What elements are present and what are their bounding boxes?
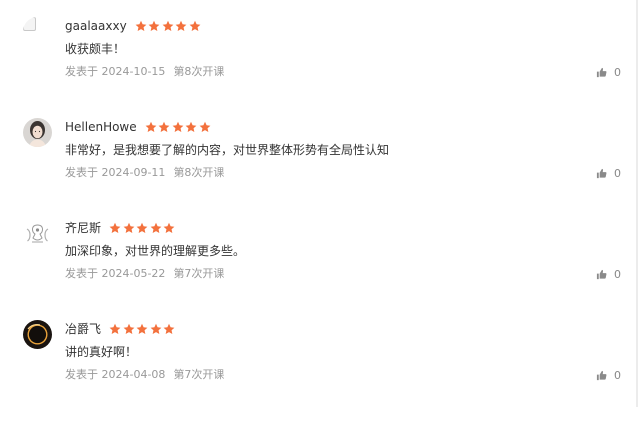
thumbs-up-icon bbox=[596, 168, 607, 178]
star-icon bbox=[163, 323, 175, 335]
review-date: 发表于 2024-05-22 bbox=[65, 267, 166, 280]
avatar[interactable] bbox=[23, 17, 52, 46]
star-rating bbox=[109, 323, 177, 335]
star-icon bbox=[163, 222, 175, 234]
review-session: 第8次开课 bbox=[173, 166, 225, 179]
star-rating bbox=[109, 222, 177, 234]
star-icon bbox=[136, 222, 148, 234]
star-icon bbox=[150, 222, 161, 234]
review-date: 发表于 2024-04-08 bbox=[65, 368, 166, 381]
reviewer-name[interactable]: HellenHowe bbox=[65, 118, 137, 136]
reviewer-name[interactable]: gaalaaxxy bbox=[65, 17, 127, 35]
thumbs-up-icon bbox=[596, 370, 607, 380]
user-photo bbox=[23, 118, 52, 147]
scroll-divider bbox=[636, 0, 638, 407]
like-count: 0 bbox=[614, 166, 621, 180]
reviewer-name[interactable]: 冶爵飞 bbox=[65, 320, 101, 338]
review-item: HellenHowe 非常好，是我想要了解的内容，对世界整体形势有全局性认知 发… bbox=[0, 118, 636, 219]
like-button[interactable]: 0 bbox=[596, 266, 621, 282]
review-meta: 发表于 2024-05-22 第7次开课 bbox=[65, 266, 224, 282]
star-icon bbox=[109, 323, 121, 335]
star-icon bbox=[189, 20, 201, 32]
star-icon bbox=[150, 323, 161, 335]
review-comment: 非常好，是我想要了解的内容，对世界整体形势有全局性认知 bbox=[65, 143, 390, 157]
star-icon bbox=[135, 20, 147, 32]
avatar[interactable] bbox=[23, 320, 52, 349]
star-icon bbox=[136, 323, 148, 335]
review-item: gaalaaxxy 收获颇丰！ 发表于 2024-10-15 第8次开课 0 bbox=[0, 17, 636, 118]
review-item: 冶爵飞 讲的真好啊！ 发表于 2024-04-08 第7次开课 0 bbox=[0, 320, 636, 421]
crest-avatar-icon bbox=[23, 219, 52, 248]
reviewer-name[interactable]: 齐尼斯 bbox=[65, 219, 101, 237]
star-icon bbox=[123, 323, 134, 335]
review-date: 发表于 2024-10-15 bbox=[65, 65, 166, 78]
review-session: 第8次开课 bbox=[173, 65, 225, 78]
like-button[interactable]: 0 bbox=[596, 367, 621, 383]
thumbs-up-icon bbox=[596, 269, 607, 279]
star-icon bbox=[172, 121, 184, 133]
star-icon bbox=[162, 20, 174, 32]
star-rating bbox=[135, 20, 203, 32]
review-comment: 加深印象，对世界的理解更多些。 bbox=[65, 244, 246, 258]
like-button[interactable]: 0 bbox=[596, 64, 621, 80]
star-icon bbox=[109, 222, 121, 234]
review-item: 齐尼斯 加深印象，对世界的理解更多些。 发表于 2024-05-22 第7次开课 … bbox=[0, 219, 636, 320]
star-icon bbox=[145, 121, 157, 133]
like-count: 0 bbox=[614, 65, 621, 79]
avatar[interactable] bbox=[23, 118, 52, 147]
review-comment: 讲的真好啊！ bbox=[65, 345, 138, 359]
star-icon bbox=[199, 121, 211, 133]
thumbs-up-icon bbox=[596, 67, 607, 77]
broken-image-icon bbox=[23, 17, 52, 46]
review-meta: 发表于 2024-09-11 第8次开课 bbox=[65, 165, 224, 181]
eclipse-avatar-icon bbox=[23, 320, 52, 349]
star-icon bbox=[158, 121, 170, 133]
star-rating bbox=[145, 121, 213, 133]
star-icon bbox=[185, 121, 197, 133]
star-icon bbox=[148, 20, 160, 32]
review-meta: 发表于 2024-04-08 第7次开课 bbox=[65, 367, 224, 383]
avatar[interactable] bbox=[23, 219, 52, 248]
star-icon bbox=[123, 222, 134, 234]
review-comment: 收获颇丰！ bbox=[65, 42, 126, 56]
like-count: 0 bbox=[614, 368, 621, 382]
like-count: 0 bbox=[614, 267, 621, 281]
review-session: 第7次开课 bbox=[173, 368, 225, 381]
like-button[interactable]: 0 bbox=[596, 165, 621, 181]
star-icon bbox=[175, 20, 187, 32]
review-date: 发表于 2024-09-11 bbox=[65, 166, 166, 179]
review-session: 第7次开课 bbox=[173, 267, 225, 280]
review-meta: 发表于 2024-10-15 第8次开课 bbox=[65, 64, 224, 80]
